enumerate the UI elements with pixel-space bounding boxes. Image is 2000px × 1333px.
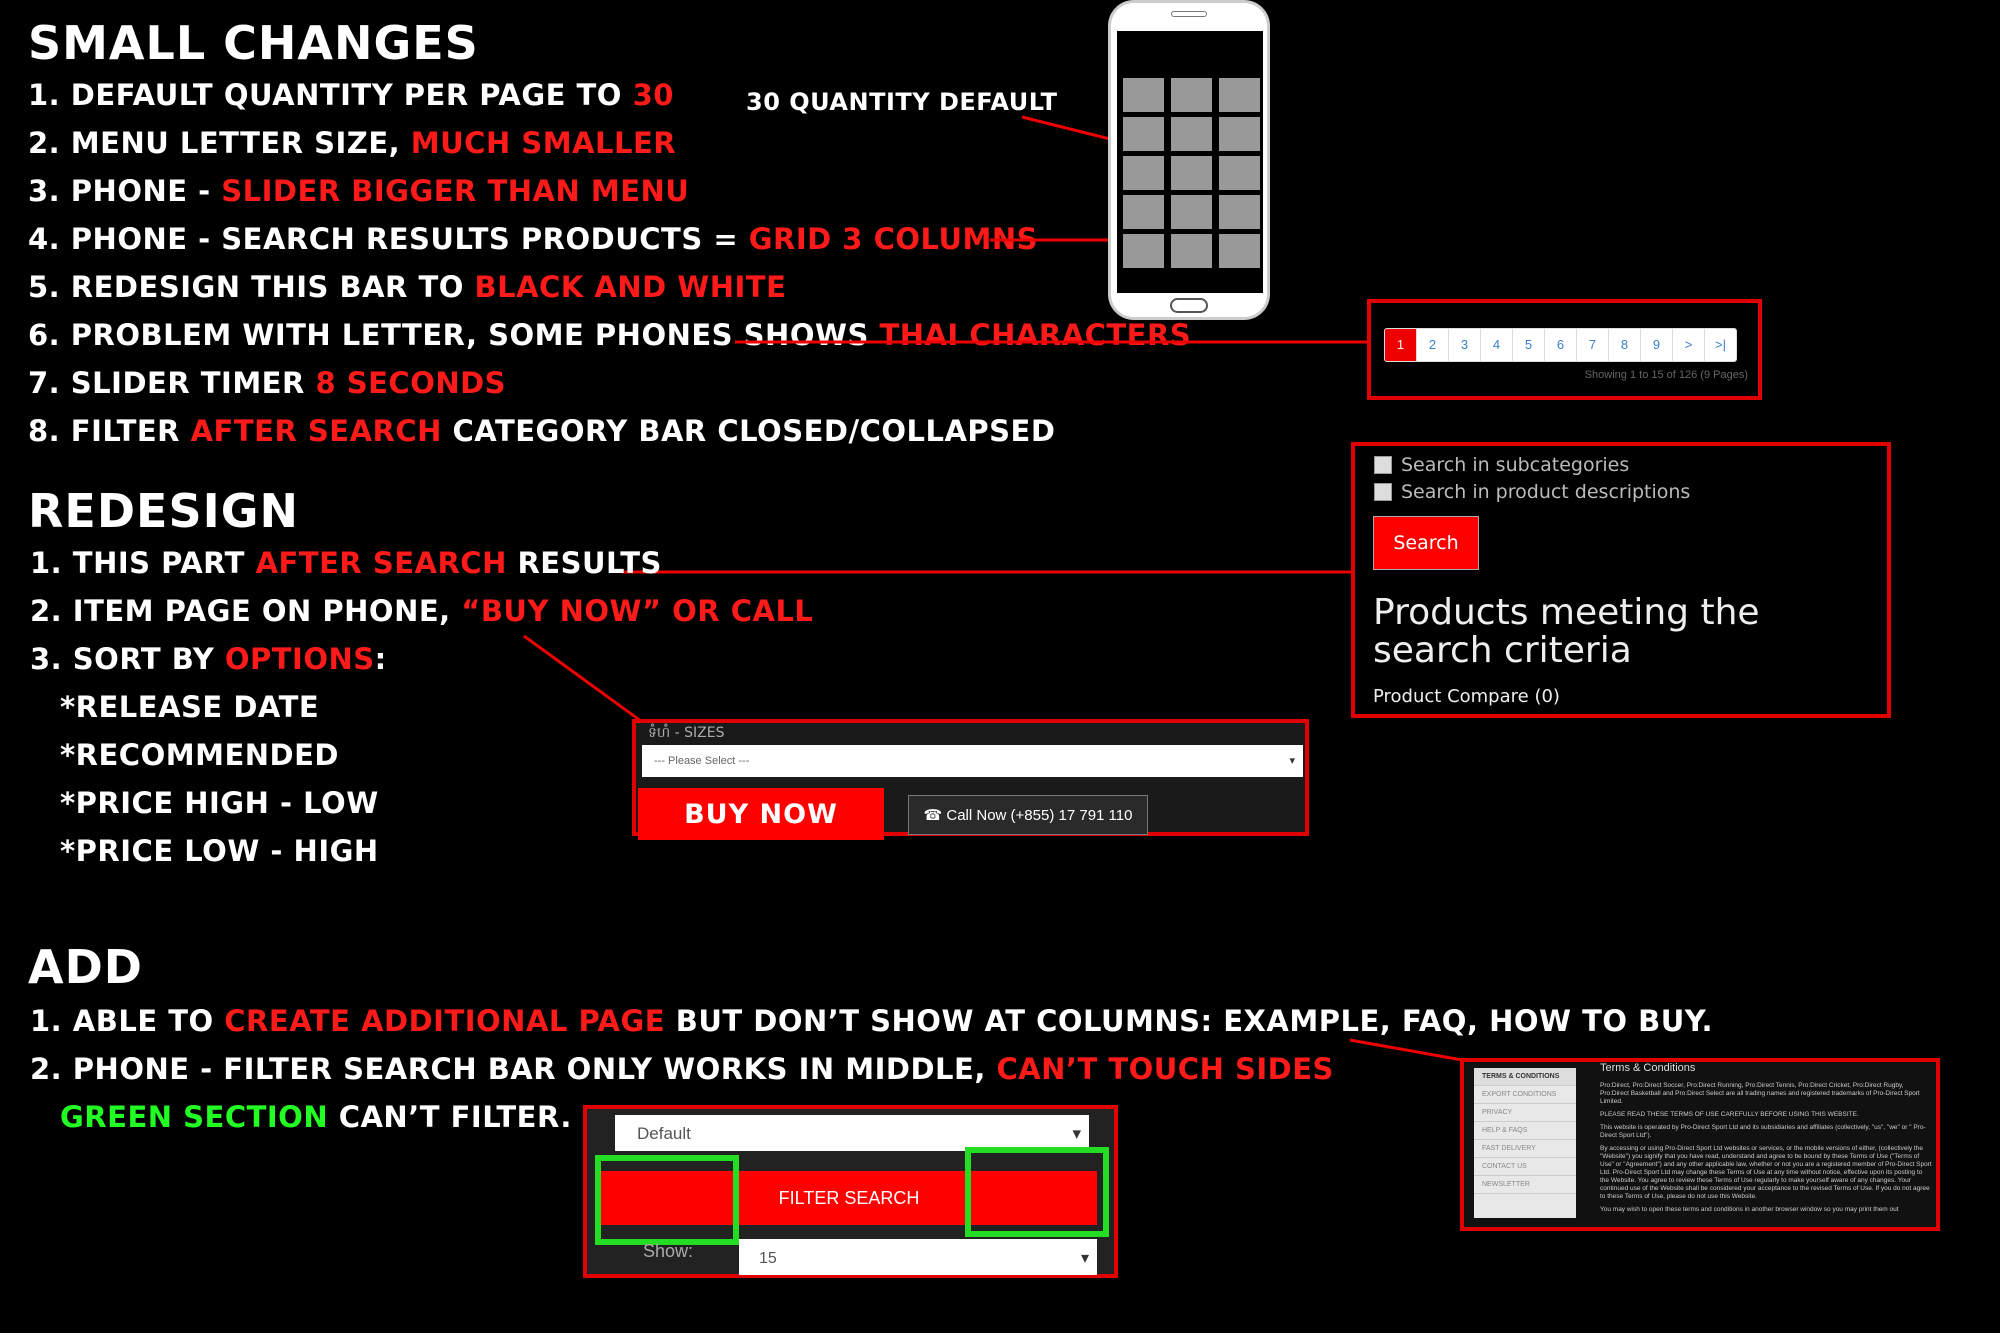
- descriptions-checkbox[interactable]: Search in product descriptions: [1374, 481, 1690, 503]
- phone-mockup: [1108, 0, 1270, 320]
- terms-body-text: Pro:Direct, Pro:Direct Soccer, Pro:Direc…: [1600, 1082, 1932, 1213]
- grid-tile: [1123, 117, 1164, 151]
- add-item-2-note: GREEN SECTION CAN’T FILTER.: [60, 1100, 572, 1134]
- phone-home-button: [1170, 298, 1208, 313]
- terms-sidebar: TERMS & CONDITIONS EXPORT CONDITIONS PRIVA…: [1474, 1068, 1576, 1218]
- grid-tile: [1171, 156, 1212, 190]
- grid-tile: [1171, 117, 1212, 151]
- grid-tile: [1123, 78, 1164, 112]
- grid-tile: [1123, 156, 1164, 190]
- results-heading: Products meeting the search criteria: [1373, 592, 1760, 671]
- show-select[interactable]: 15 ▾: [739, 1239, 1097, 1275]
- text-red: CAN’T TOUCH SIDES: [996, 1052, 1334, 1086]
- select-value: Default: [637, 1124, 691, 1143]
- text-red: AFTER SEARCH: [255, 546, 507, 580]
- text-white: 3. SORT BY: [30, 642, 225, 676]
- text-white: BUT DON’T SHOW AT COLUMNS: EXAMPLE, FAQ,…: [665, 1004, 1713, 1038]
- chevron-down-icon: ▾: [1080, 1250, 1089, 1267]
- checkbox-label: Search in product descriptions: [1401, 481, 1691, 503]
- grid-tile: [1219, 117, 1260, 151]
- add-item-1: 1. ABLE TO CREATE ADDITIONAL PAGE BUT DO…: [30, 1004, 1713, 1038]
- sort-option: *RECOMMENDED: [60, 738, 339, 772]
- terms-sidebar-item[interactable]: HELP & FAQS: [1474, 1122, 1576, 1140]
- instruction-line: 2. ITEM PAGE ON PHONE, “BUY NOW” OR CALL: [30, 594, 813, 628]
- select-value: 15: [759, 1250, 777, 1267]
- page-link[interactable]: >: [1673, 329, 1705, 361]
- text-white: 2. PHONE - FILTER SEARCH BAR ONLY WORKS …: [30, 1052, 997, 1086]
- select-value: --- Please Select ---: [654, 755, 750, 767]
- search-button[interactable]: Search: [1373, 516, 1479, 570]
- product-grid: [1123, 78, 1260, 268]
- grid-tile: [1123, 195, 1164, 229]
- grid-tile: [1219, 156, 1260, 190]
- page-link[interactable]: 7: [1577, 329, 1609, 361]
- sizes-label: ទំហំ - SIZES: [648, 725, 725, 741]
- text-red: CREATE ADDITIONAL PAGE: [224, 1004, 666, 1038]
- pagination: 1 2 3 4 5 6 7 8 9 > >|: [1384, 328, 1737, 362]
- item-buy-panel: ទំហំ - SIZES --- Please Select --- ▾ BUY …: [632, 719, 1309, 840]
- terms-sidebar-item[interactable]: NEWSLETTER: [1474, 1176, 1576, 1194]
- page-link[interactable]: >|: [1705, 329, 1736, 361]
- redesign-heading: REDESIGN: [28, 484, 299, 538]
- call-now-button[interactable]: ☎ Call Now (+855) 17 791 110: [908, 795, 1148, 835]
- text-white: 2. ITEM PAGE ON PHONE,: [30, 594, 462, 628]
- instruction-line: 1. THIS PART AFTER SEARCH RESULTS: [30, 546, 662, 580]
- subcategories-checkbox[interactable]: Search in subcategories: [1374, 454, 1629, 476]
- grid-tile: [1219, 78, 1260, 112]
- add-item-2: 2. PHONE - FILTER SEARCH BAR ONLY WORKS …: [30, 1052, 1334, 1086]
- text-white: CAN’T FILTER.: [328, 1100, 572, 1134]
- checkbox-icon[interactable]: [1374, 483, 1392, 501]
- page-link[interactable]: 2: [1417, 329, 1449, 361]
- terms-sidebar-item[interactable]: PRIVACY: [1474, 1104, 1576, 1122]
- terms-sidebar-item[interactable]: EXPORT CONDITIONS: [1474, 1086, 1576, 1104]
- sort-option: *PRICE LOW - HIGH: [60, 834, 379, 868]
- product-compare-link[interactable]: Product Compare (0): [1373, 686, 1560, 707]
- page-link[interactable]: 4: [1481, 329, 1513, 361]
- page-link[interactable]: 9: [1641, 329, 1673, 361]
- terms-sidebar-item[interactable]: FAST DELIVERY: [1474, 1140, 1576, 1158]
- grid-tile: [1123, 234, 1164, 268]
- grid-tile: [1171, 78, 1212, 112]
- terms-page-panel: TERMS & CONDITIONS EXPORT CONDITIONS PRIVA…: [1460, 1058, 1940, 1231]
- pagination-summary: Showing 1 to 15 of 126 (9 Pages): [1584, 369, 1748, 381]
- checkbox-icon[interactable]: [1374, 456, 1392, 474]
- filter-search-panel: Default ▾ FILTER SEARCH Show: 15 ▾: [583, 1105, 1118, 1278]
- buy-now-button[interactable]: BUY NOW: [638, 788, 884, 840]
- page-link[interactable]: 5: [1513, 329, 1545, 361]
- text-green: GREEN SECTION: [60, 1100, 329, 1134]
- sort-option: *RELEASE DATE: [60, 690, 320, 724]
- dead-zone-right: [965, 1147, 1109, 1237]
- grid-tile: [1219, 195, 1260, 229]
- phone-screen: [1117, 31, 1263, 293]
- text-white: 1. ABLE TO: [30, 1004, 225, 1038]
- page-link[interactable]: 6: [1545, 329, 1577, 361]
- terms-title: Terms & Conditions: [1600, 1062, 1696, 1074]
- dead-zone-left: [595, 1155, 739, 1245]
- text-white: 1. THIS PART: [30, 546, 256, 580]
- page-link[interactable]: 3: [1449, 329, 1481, 361]
- grid-tile: [1171, 234, 1212, 268]
- phone-speaker: [1171, 11, 1207, 17]
- text-white: RESULTS: [506, 546, 662, 580]
- show-label: Show:: [643, 1241, 694, 1261]
- grid-tile: [1171, 195, 1212, 229]
- grid-tile: [1219, 234, 1260, 268]
- page-link[interactable]: 8: [1609, 329, 1641, 361]
- instruction-line: 3. SORT BY OPTIONS:: [30, 642, 387, 676]
- sort-option: *PRICE HIGH - LOW: [60, 786, 379, 820]
- chevron-down-icon: ▾: [1289, 755, 1295, 767]
- text-red: “BUY NOW” OR CALL: [461, 594, 814, 628]
- add-heading: ADD: [28, 940, 143, 994]
- sort-select[interactable]: Default ▾: [615, 1115, 1089, 1151]
- terms-sidebar-item[interactable]: CONTACT US: [1474, 1158, 1576, 1176]
- size-select[interactable]: --- Please Select --- ▾: [642, 745, 1303, 777]
- page-link[interactable]: 1: [1385, 329, 1417, 361]
- text-red: OPTIONS: [224, 642, 375, 676]
- search-results-panel: Search in subcategories Search in produc…: [1351, 442, 1891, 718]
- terms-sidebar-item[interactable]: TERMS & CONDITIONS: [1474, 1068, 1576, 1086]
- text-white: :: [374, 642, 387, 676]
- pagination-panel: 1 2 3 4 5 6 7 8 9 > >| Showing 1 to 15 of 126 (9 P…: [1367, 299, 1762, 400]
- checkbox-label: Search in subcategories: [1401, 454, 1630, 476]
